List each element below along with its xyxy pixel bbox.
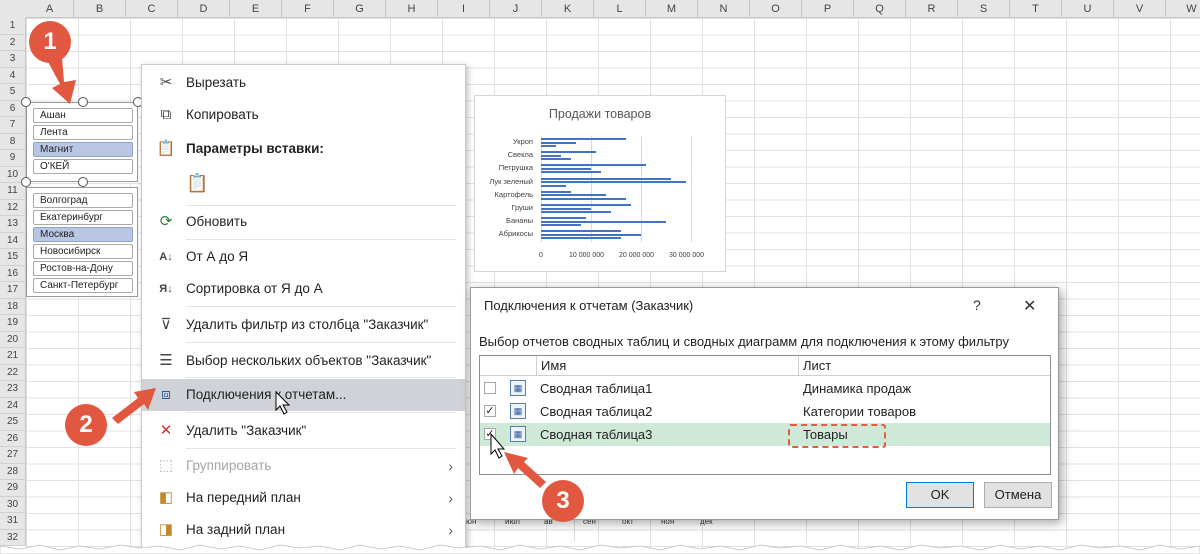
arrow-3	[504, 452, 546, 488]
spreadsheet: ABCDEFGHIJKLMNOPQRSTUVW 1 2 3 4 5 6 7 8 9 10 11 12 1…	[0, 0, 1200, 554]
torn-edge	[0, 544, 1200, 554]
arrow-2	[112, 388, 156, 424]
mouse-cursor	[490, 432, 506, 459]
arrow-1	[46, 58, 76, 104]
mouse-cursor	[275, 390, 291, 415]
step-badge-2: 2	[65, 404, 107, 446]
step-badge-1: 1	[29, 21, 71, 63]
step-badge-3: 3	[542, 480, 584, 522]
annotation-arrows	[46, 58, 546, 488]
